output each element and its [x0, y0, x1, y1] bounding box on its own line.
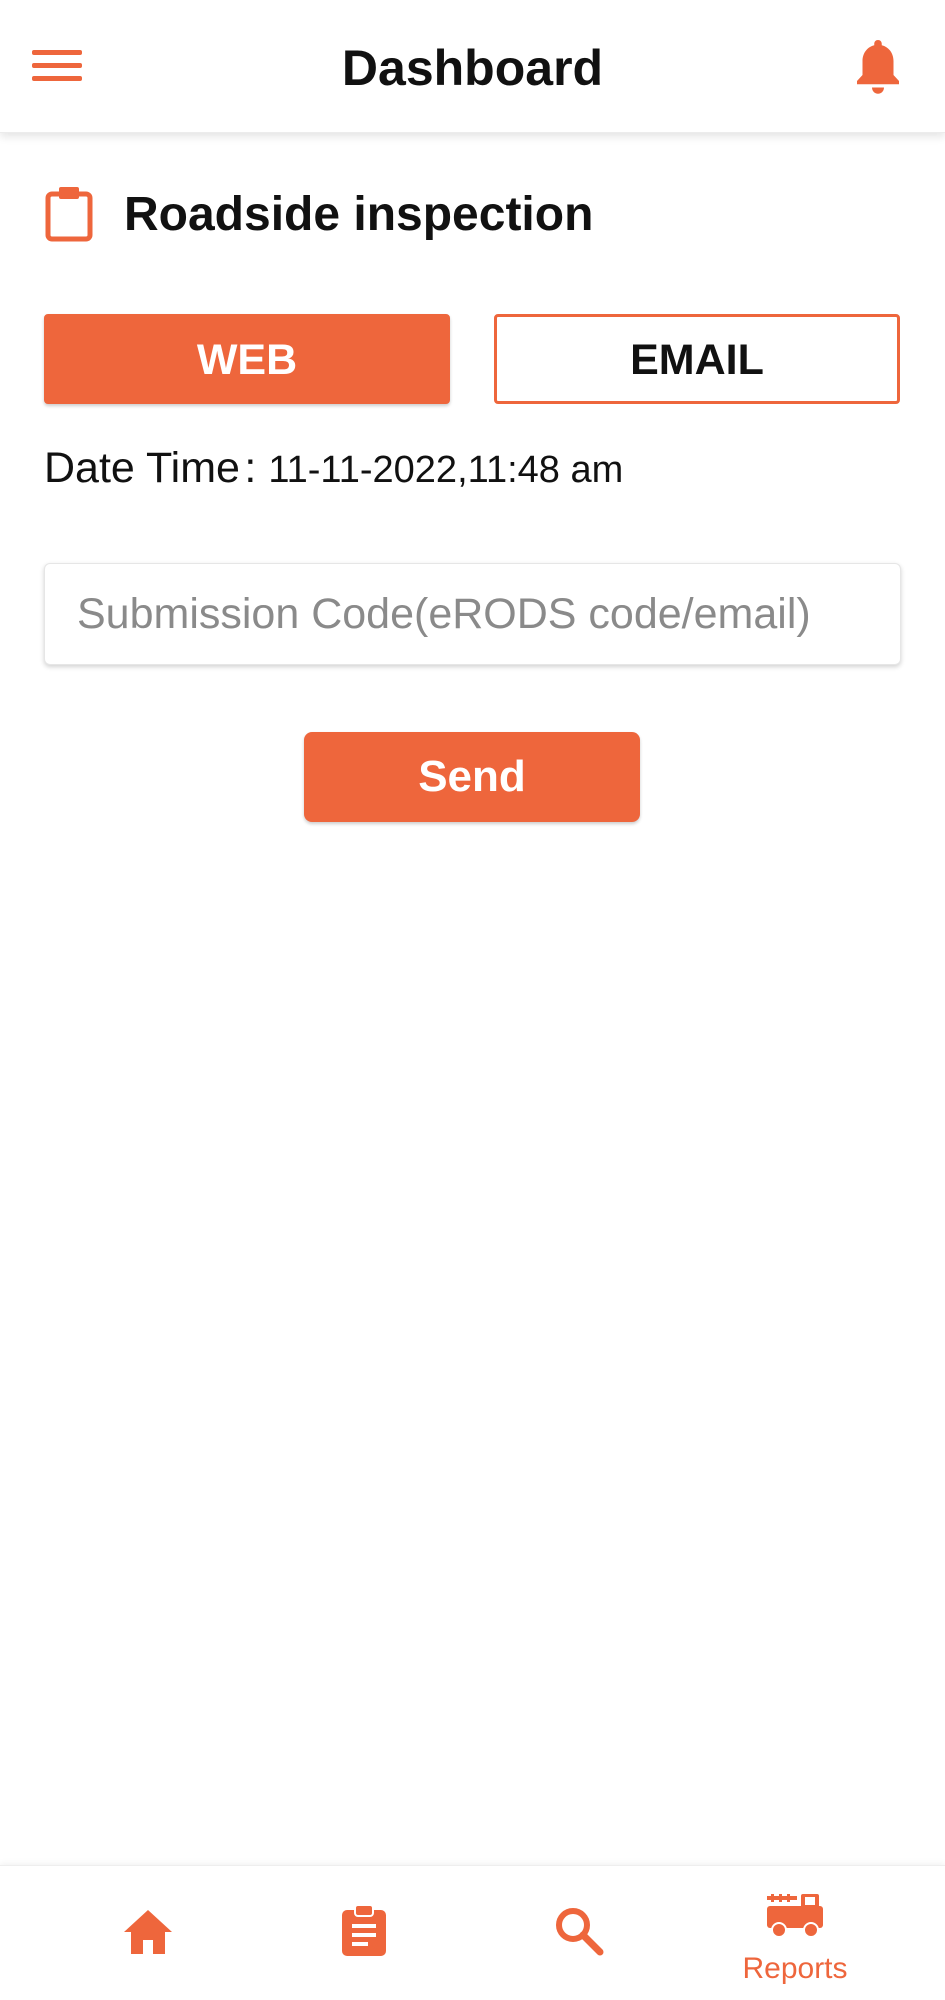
- app-screen: Dashboard Roadside inspection WEB EMAIL …: [0, 0, 945, 2000]
- nav-inspections[interactable]: [264, 1866, 464, 2000]
- bell-icon[interactable]: [848, 34, 908, 100]
- search-icon: [556, 1908, 604, 1956]
- submission-code-input[interactable]: [44, 563, 901, 665]
- page-title: Dashboard: [341, 40, 604, 96]
- web-toggle-button[interactable]: WEB: [44, 314, 450, 404]
- bottom-navigation: Reports: [0, 1865, 945, 2000]
- section-title: Roadside inspection: [124, 188, 594, 241]
- datetime-value: 11-11-2022,11:48 am: [268, 449, 624, 491]
- clipboard-icon: [45, 187, 93, 242]
- datetime-row: Date Time : 11-11-2022,11:48 am: [44, 440, 623, 506]
- home-icon: [124, 1910, 172, 1954]
- section-heading: Roadside inspection: [44, 180, 904, 250]
- nav-reports-label: Reports: [742, 1952, 848, 1985]
- datetime-separator: :: [244, 444, 269, 492]
- app-header: Dashboard: [0, 0, 945, 133]
- clipboard-list-icon: [342, 1904, 386, 1956]
- fire-truck-icon: [767, 1894, 823, 1938]
- email-toggle-button[interactable]: EMAIL: [494, 314, 900, 404]
- nav-home[interactable]: [48, 1866, 248, 2000]
- send-button[interactable]: Send: [304, 732, 640, 822]
- nav-reports[interactable]: Reports: [695, 1866, 895, 2000]
- nav-search[interactable]: [478, 1866, 678, 2000]
- datetime-label: Date Time: [44, 444, 240, 492]
